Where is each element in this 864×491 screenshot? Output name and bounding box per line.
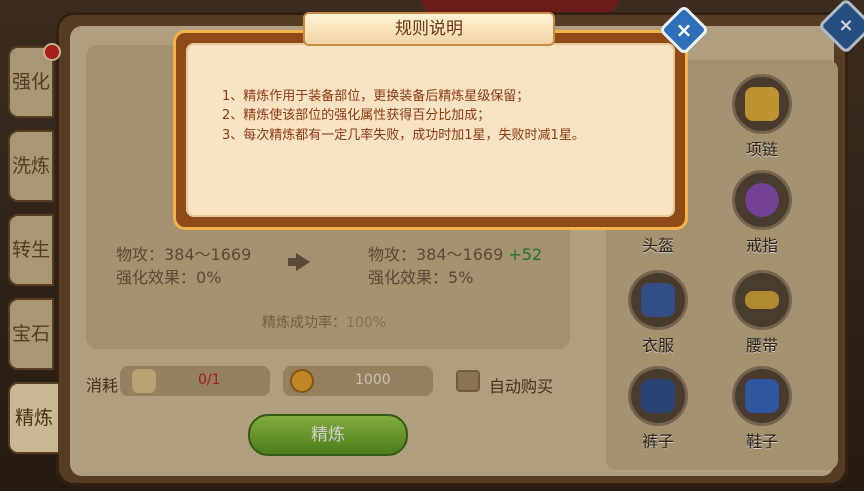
rule-line-3: 3、每次精炼都有一定几率失败，成功时加1星，失败时减1星。 [222, 128, 585, 143]
dialog-title: 规则说明 [303, 12, 555, 46]
close-icon[interactable]: × [666, 12, 702, 48]
rule-line-2: 2、精炼使该部位的强化属性获得百分比加成； [222, 108, 491, 123]
rule-line-1: 1、精炼作用于装备部位，更换装备后精炼星级保留； [222, 89, 530, 104]
